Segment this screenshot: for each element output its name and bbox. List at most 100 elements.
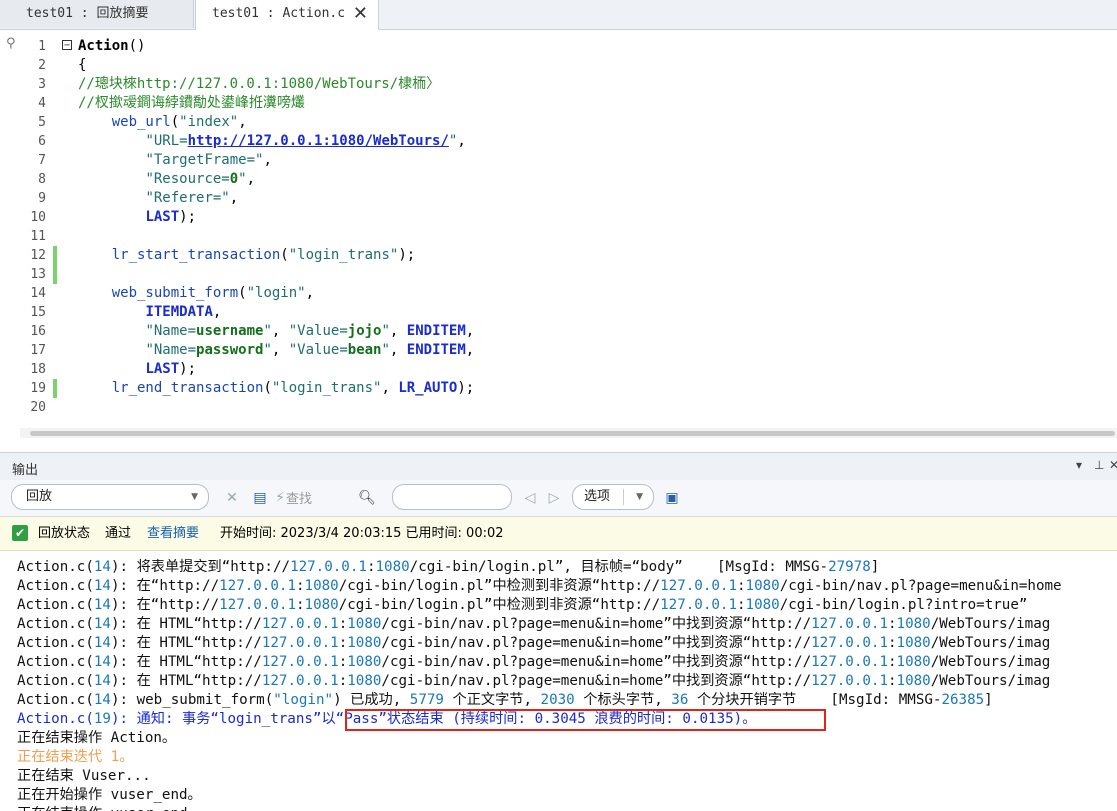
code-token: "login": [246, 285, 306, 301]
code-token: LAST: [145, 209, 180, 225]
options-dropdown[interactable]: 选项 ▼: [572, 484, 654, 510]
code-editor[interactable]: ⚲ 1− Action() 2{3//璁块棶http://127.0.0.1:108…: [0, 30, 1117, 428]
output-mode-select[interactable]: 回放 ▼: [11, 484, 209, 510]
line-number: 3: [38, 77, 46, 92]
code-line[interactable]: 7 "TargetFrame=",: [0, 151, 1117, 170]
log-text: :: [887, 673, 897, 689]
log-text: 1080: [745, 597, 780, 613]
code-token: (: [238, 285, 247, 301]
change-marker: [53, 246, 57, 265]
log-text: 正在结束操作 vuser_end。: [17, 806, 202, 811]
log-line: Action.c(14): 在 HTML“http://127.0.0.1:10…: [17, 634, 1117, 653]
panel-menu-icon[interactable]: ▾: [1076, 458, 1082, 472]
line-number: 8: [38, 172, 46, 187]
log-text: :: [887, 654, 897, 670]
view-icon[interactable]: ▤: [250, 488, 270, 508]
code-line[interactable]: 6 "URL=http://127.0.0.1:1080/WebTours/",: [0, 132, 1117, 151]
code-line[interactable]: 19 lr_end_transaction("login_trans", LR_…: [0, 379, 1117, 398]
code-line[interactable]: 18 LAST);: [0, 360, 1117, 379]
code-token: lr_start_transaction: [111, 247, 281, 263]
tab-replay-summary[interactable]: test01 : 回放摘要: [0, 0, 194, 28]
search-icon[interactable]: 🔍︎: [357, 488, 377, 508]
code-line[interactable]: 12 lr_start_transaction("login_trans");: [0, 246, 1117, 265]
log-text: 1080: [375, 559, 410, 575]
line-number: 11: [30, 229, 46, 244]
code-line[interactable]: 15 ITEMDATA,: [0, 303, 1117, 322]
code-line[interactable]: 13: [0, 265, 1117, 284]
code-line[interactable]: 5 web_url("index",: [0, 113, 1117, 132]
code-line[interactable]: 11: [0, 227, 1117, 246]
line-number: 15: [30, 305, 46, 320]
output-log[interactable]: Action.c(14): 将表单提交到“http://127.0.0.1:10…: [0, 551, 1117, 811]
code-token: //杈撳叆鐧诲綍鐨勪处鍙峰拰瀵嗙爜: [78, 95, 305, 111]
scrollbar-thumb[interactable]: [30, 431, 1115, 436]
log-line: 正在结束操作 Action。: [17, 729, 1117, 748]
code-line[interactable]: 17 "Name=password", "Value=bean", ENDITE…: [0, 341, 1117, 360]
pin-icon[interactable]: ⊥: [1094, 458, 1104, 472]
log-text: 14: [93, 635, 111, 651]
code-token: ,: [389, 342, 407, 358]
log-text: 127.0.0.1: [660, 578, 737, 594]
code-line[interactable]: 10 LAST);: [0, 208, 1117, 227]
log-text: 26385: [941, 692, 985, 708]
log-text: ): 在 HTML“http://: [110, 635, 262, 651]
line-number: 5: [38, 115, 46, 130]
log-text: ): 在“http://: [110, 597, 220, 613]
line-number: 17: [30, 343, 46, 358]
log-text: /cgi-bin/nav.pl?page=menu&in=home”中找到资源“…: [381, 654, 812, 670]
search-input[interactable]: [392, 484, 512, 510]
code-token: ": [381, 342, 390, 358]
log-line: 正在开始操作 vuser_end。: [17, 786, 1117, 805]
code-token: (): [128, 38, 146, 54]
clear-icon[interactable]: ✕: [222, 488, 242, 508]
line-number: 12: [30, 248, 46, 263]
close-icon[interactable]: ✕: [353, 0, 368, 28]
log-text: 14: [93, 578, 111, 594]
tab-action-c[interactable]: test01 : Action.c ✕: [195, 0, 379, 30]
code-text: lr_end_transaction("login_trans", LR_AUT…: [78, 379, 474, 398]
code-token: web_submit_form: [111, 285, 239, 301]
log-text: /WebTours/imag: [930, 616, 1051, 632]
previous-icon[interactable]: ◁: [520, 488, 540, 508]
code-text: ITEMDATA,: [78, 303, 221, 322]
close-panel-icon[interactable]: ✕: [1109, 458, 1117, 472]
code-line[interactable]: 8 "Resource=0",: [0, 170, 1117, 189]
code-token: lr_end_transaction: [111, 380, 264, 396]
log-text: 1080: [896, 673, 931, 689]
editor-horizontal-scrollbar[interactable]: [20, 428, 1117, 438]
change-marker: [53, 265, 57, 284]
log-text: 127.0.0.1: [811, 654, 888, 670]
code-token: LAST: [145, 361, 180, 377]
code-line[interactable]: 9 "Referer=",: [0, 189, 1117, 208]
code-token: ,: [271, 342, 289, 358]
code-line[interactable]: 2{: [0, 56, 1117, 75]
view-summary-link[interactable]: 查看摘要: [147, 517, 199, 550]
code-token: "Resource=: [145, 171, 230, 187]
code-token: ,: [465, 342, 475, 358]
log-text: ): 在“http://: [110, 578, 220, 594]
line-number: 18: [30, 362, 46, 377]
code-line[interactable]: 16 "Name=username", "Value=jojo", ENDITE…: [0, 322, 1117, 341]
fold-toggle-icon[interactable]: −: [62, 40, 72, 51]
log-text: 19: [93, 711, 111, 727]
code-line[interactable]: 14 web_submit_form("login",: [0, 284, 1117, 303]
save-icon[interactable]: ▣: [662, 488, 682, 508]
find-button[interactable]: 查找: [286, 488, 312, 507]
line-number: 4: [38, 96, 46, 111]
log-text: 1080: [304, 578, 339, 594]
code-line[interactable]: 4 //杈撳叆鐧诲綍鐨勪处鍙峰拰瀵嗙爜: [0, 94, 1117, 113]
log-line: 正在结束操作 vuser_end。: [17, 805, 1117, 811]
code-text: LAST);: [78, 360, 196, 379]
code-token: ,: [465, 323, 475, 339]
code-token: ,: [263, 152, 272, 168]
code-line[interactable]: 3 //璁块棶http://127.0.0.1:1080/WebTours/棣栭〉: [0, 75, 1117, 94]
code-token: ": [263, 342, 272, 358]
code-text: {: [78, 56, 86, 75]
next-icon[interactable]: ▷: [544, 488, 564, 508]
code-line[interactable]: 1 − Action(): [0, 37, 1117, 56]
code-line[interactable]: 20: [0, 398, 1117, 417]
